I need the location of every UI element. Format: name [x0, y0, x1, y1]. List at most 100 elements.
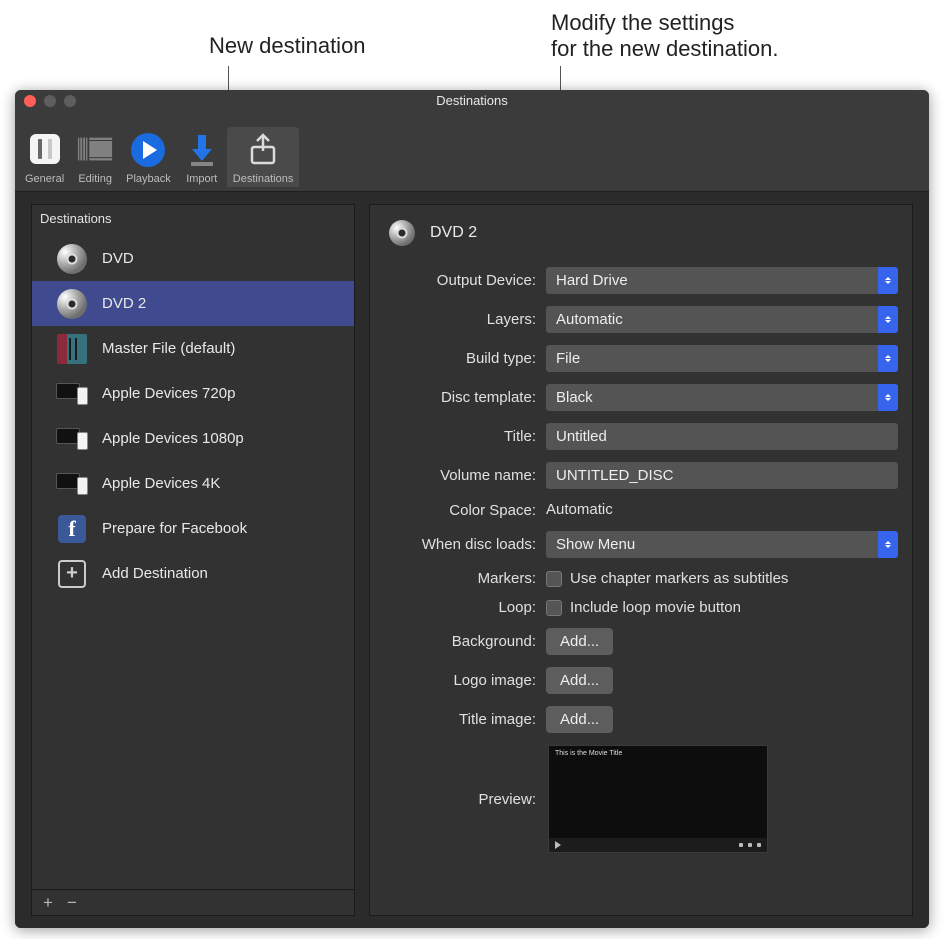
sidebar-list: DVD DVD 2 Master File (default) Apple De…	[32, 236, 354, 889]
sidebar-item-label: Master File (default)	[102, 340, 235, 357]
title-field[interactable]: Untitled	[546, 423, 898, 450]
callout-modify-settings: Modify the settings for the new destinat…	[551, 10, 778, 62]
remove-button[interactable]: −	[64, 893, 80, 913]
toolbar-playback-label: Playback	[126, 173, 171, 185]
sidebar-item-label: Apple Devices 4K	[102, 475, 220, 492]
callout-new-destination: New destination	[209, 33, 366, 59]
minimize-button[interactable]	[44, 95, 56, 107]
label-layers: Layers:	[384, 311, 546, 328]
when-disc-loads-value: Show Menu	[556, 536, 635, 553]
add-button[interactable]: +	[40, 893, 56, 913]
sidebar-item-dvd[interactable]: DVD	[32, 236, 354, 281]
toolbar-editing-label: Editing	[78, 173, 112, 185]
sidebar-item-facebook[interactable]: f Prepare for Facebook	[32, 506, 354, 551]
title-value: Untitled	[556, 428, 607, 445]
traffic-lights	[24, 95, 76, 107]
label-title-image: Title image:	[384, 711, 546, 728]
preview-control-icon	[739, 843, 743, 847]
build-type-value: File	[556, 350, 580, 367]
titlebar: Destinations	[15, 90, 929, 112]
facebook-icon: f	[56, 513, 88, 545]
background-add-button[interactable]: Add...	[546, 628, 613, 655]
maximize-button[interactable]	[64, 95, 76, 107]
output-device-popup[interactable]: Hard Drive	[546, 267, 898, 294]
sidebar-item-apple-1080p[interactable]: Apple Devices 1080p	[32, 416, 354, 461]
disc-icon	[386, 217, 418, 249]
when-disc-loads-popup[interactable]: Show Menu	[546, 531, 898, 558]
callouts: New destination Modify the settings for …	[0, 0, 944, 95]
chevron-updown-icon	[878, 384, 898, 411]
markers-check-label: Use chapter markers as subtitles	[570, 570, 788, 587]
label-disc-template: Disc template:	[384, 389, 546, 406]
editing-icon	[76, 131, 114, 169]
window-body: Destinations DVD DVD 2 Master File (defa…	[15, 192, 929, 928]
apple-devices-icon	[56, 423, 88, 455]
volume-name-field[interactable]: UNTITLED_DISC	[546, 462, 898, 489]
toolbar: General Editing	[15, 112, 929, 192]
layers-popup[interactable]: Automatic	[546, 306, 898, 333]
sidebar-item-add-destination[interactable]: + Add Destination	[32, 551, 354, 596]
sidebar-item-master-file[interactable]: Master File (default)	[32, 326, 354, 371]
share-icon	[244, 131, 282, 169]
toolbar-general-label: General	[25, 173, 64, 185]
settings-form: Output Device: Hard Drive Layers: Automa…	[384, 267, 898, 853]
color-space-value: Automatic	[546, 501, 613, 518]
title-image-add-button[interactable]: Add...	[546, 706, 613, 733]
label-when-disc-loads: When disc loads:	[384, 536, 546, 553]
label-title: Title:	[384, 428, 546, 445]
apple-devices-icon	[56, 468, 88, 500]
play-icon	[129, 131, 167, 169]
logo-add-button[interactable]: Add...	[546, 667, 613, 694]
add-destination-icon: +	[56, 558, 88, 590]
toolbar-destinations[interactable]: Destinations	[227, 127, 300, 187]
sidebar-item-apple-720p[interactable]: Apple Devices 720p	[32, 371, 354, 416]
toolbar-playback[interactable]: Playback	[120, 127, 177, 187]
master-file-icon	[56, 333, 88, 365]
label-preview: Preview:	[384, 791, 546, 808]
close-button[interactable]	[24, 95, 36, 107]
toolbar-import[interactable]: Import	[177, 127, 227, 187]
output-device-value: Hard Drive	[556, 272, 628, 289]
sidebar-item-label: DVD	[102, 250, 134, 267]
preview-thumbnail: This is the Movie Title	[548, 745, 768, 853]
preview-control-icon	[748, 843, 752, 847]
layers-value: Automatic	[556, 311, 623, 328]
button-label: Add...	[560, 672, 599, 689]
button-label: Add...	[560, 711, 599, 728]
preferences-general-icon	[26, 131, 64, 169]
sidebar-footer: + −	[32, 889, 354, 915]
button-label: Add...	[560, 633, 599, 650]
markers-checkbox[interactable]	[546, 571, 562, 587]
toolbar-editing[interactable]: Editing	[70, 127, 120, 187]
disc-icon	[56, 288, 88, 320]
disc-icon	[56, 243, 88, 275]
chevron-updown-icon	[878, 306, 898, 333]
sidebar-header: Destinations	[32, 205, 354, 236]
destination-settings-panel: DVD 2 Output Device: Hard Drive Layers:	[369, 204, 913, 916]
label-logo-image: Logo image:	[384, 672, 546, 689]
settings-title: DVD 2	[430, 224, 477, 242]
import-icon	[183, 131, 221, 169]
label-build-type: Build type:	[384, 350, 546, 367]
toolbar-destinations-label: Destinations	[233, 173, 294, 185]
sidebar-item-label: Prepare for Facebook	[102, 520, 247, 537]
loop-checkbox[interactable]	[546, 600, 562, 616]
preview-inner-title: This is the Movie Title	[555, 750, 622, 757]
toolbar-general[interactable]: General	[19, 127, 70, 187]
label-loop: Loop:	[384, 599, 546, 616]
disc-template-popup[interactable]: Black	[546, 384, 898, 411]
sidebar-item-label: Add Destination	[102, 565, 208, 582]
chevron-updown-icon	[878, 345, 898, 372]
sidebar-item-label: Apple Devices 1080p	[102, 430, 244, 447]
sidebar-item-apple-4k[interactable]: Apple Devices 4K	[32, 461, 354, 506]
sidebar-item-label: Apple Devices 720p	[102, 385, 235, 402]
preview-control-icon	[757, 843, 761, 847]
sidebar-item-dvd2[interactable]: DVD 2	[32, 281, 354, 326]
toolbar-import-label: Import	[186, 173, 217, 185]
label-output-device: Output Device:	[384, 272, 546, 289]
chevron-updown-icon	[878, 531, 898, 558]
preferences-window: Destinations General	[15, 90, 929, 928]
build-type-popup[interactable]: File	[546, 345, 898, 372]
label-background: Background:	[384, 633, 546, 650]
sidebar-item-label: DVD 2	[102, 295, 146, 312]
